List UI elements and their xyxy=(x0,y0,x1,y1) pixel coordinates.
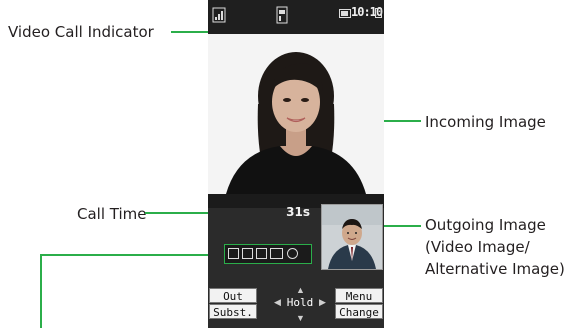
video-icon xyxy=(242,248,253,259)
camera-icon xyxy=(256,248,267,259)
label-video-call-indicator: Video Call Indicator xyxy=(8,23,154,41)
arrow-left-icon: ◀ xyxy=(274,297,281,307)
incoming-portrait-image xyxy=(208,34,384,194)
softkey-subst[interactable]: Subst. xyxy=(209,304,257,319)
signal-strength-icon xyxy=(212,7,226,23)
leader-line-status-icons-vertical xyxy=(40,254,42,328)
memo-icon xyxy=(375,8,382,18)
softkey-out-cam[interactable]: Out cam xyxy=(209,288,257,318)
leader-line-status-icons xyxy=(40,254,225,256)
arrow-down-icon: ▼ xyxy=(296,313,305,323)
phone-screen: 10:10 31s Out Subst. Hold ▲ ▼ ◀ ▶ Menu C… xyxy=(208,0,384,328)
record-icon xyxy=(287,248,298,259)
call-status-icons xyxy=(224,244,312,264)
incoming-image xyxy=(208,34,384,194)
status-bar: 10:10 xyxy=(208,0,384,34)
label-outgoing-image: Outgoing Image xyxy=(425,216,546,234)
speaker-icon xyxy=(270,248,283,259)
outgoing-portrait-image xyxy=(322,205,382,269)
mic-icon xyxy=(228,248,239,259)
arrow-up-icon: ▲ xyxy=(296,285,305,295)
softkey-menu[interactable]: Menu xyxy=(335,288,383,303)
label-outgoing-image-line2: (Video Image/ xyxy=(425,238,530,256)
battery-icon xyxy=(339,9,351,18)
label-outgoing-image-line3: Alternative Image) xyxy=(425,260,565,278)
softkey-change[interactable]: Change xyxy=(335,304,383,319)
call-time-value: 31s xyxy=(286,205,310,219)
video-call-indicator-icon xyxy=(276,6,288,24)
outgoing-image xyxy=(321,204,383,270)
label-incoming-image: Incoming Image xyxy=(425,113,546,131)
arrow-right-icon: ▶ xyxy=(319,297,326,307)
label-call-time: Call Time xyxy=(77,205,147,223)
softkey-hold[interactable]: Hold xyxy=(276,293,324,313)
hold-label: Hold xyxy=(286,296,314,309)
